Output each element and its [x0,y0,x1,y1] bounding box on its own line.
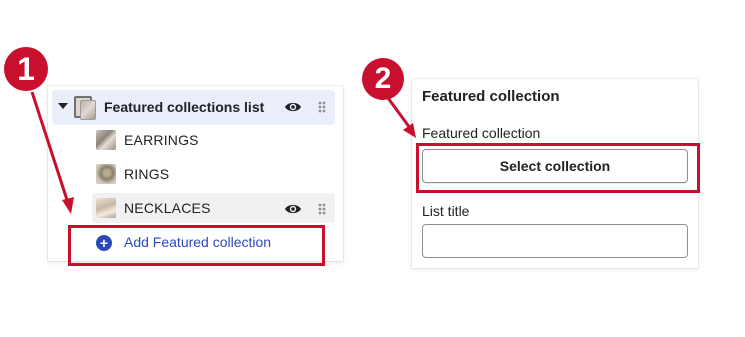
step-2-number: 2 [374,62,392,95]
arrow-head-step-1 [62,197,74,214]
arrow-step-1 [30,91,70,204]
step-1-badge: 1 [4,47,48,91]
step-1-number: 1 [17,51,35,87]
annotation-arrows [30,91,416,214]
step-2-badge: 2 [362,58,404,100]
arrow-step-2 [386,97,412,129]
